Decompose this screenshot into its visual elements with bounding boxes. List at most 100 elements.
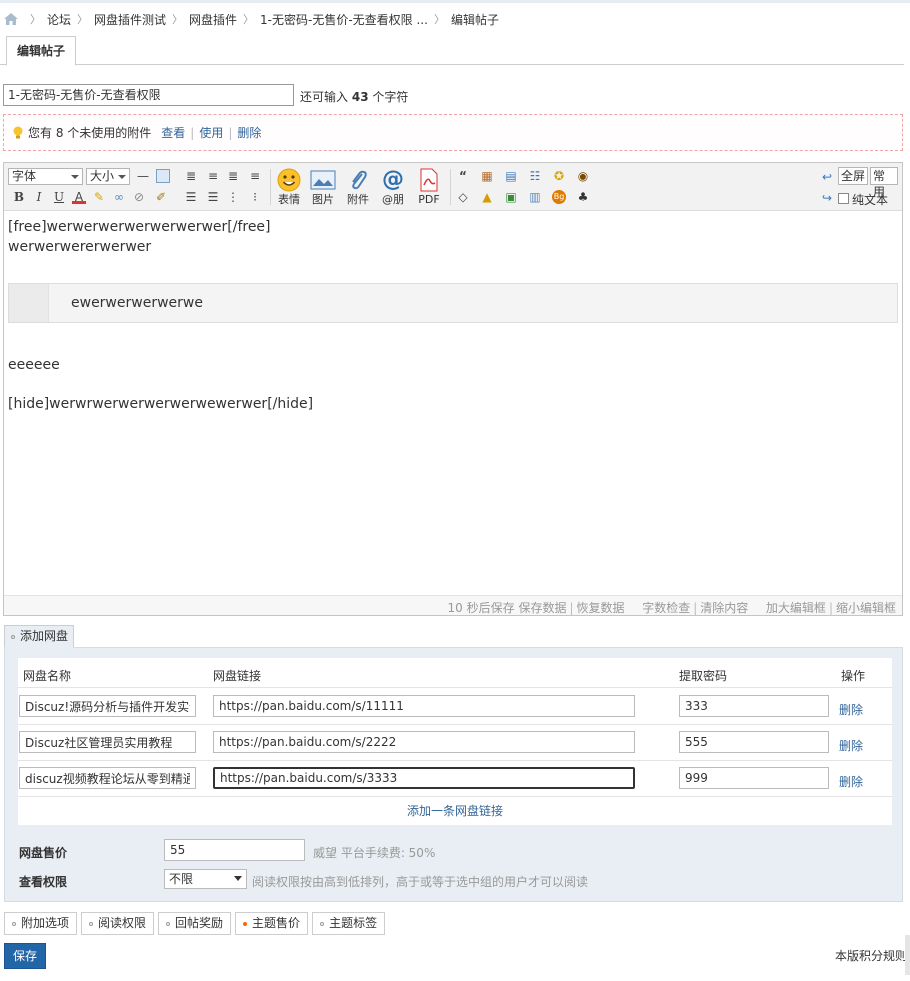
redo-icon[interactable]: ↪ [820,191,834,205]
price-note: 威望 平台手续费: 50% [313,846,436,860]
indent-icon[interactable]: ☰ [184,190,198,204]
link-icon[interactable]: ∞ [112,190,126,204]
highlight-icon[interactable]: ✎ [92,190,106,204]
attachment-notice: 您有 8 个未使用的附件 查看 | 使用 | 删除 [3,114,903,151]
align-justify-icon[interactable]: ≡ [248,169,262,183]
delete-row-link[interactable]: 删除 [839,773,863,790]
netdisk-code-input[interactable] [679,731,829,753]
pdf-button[interactable]: PDF [412,167,446,209]
notice-delete-link[interactable]: 删除 [237,124,261,141]
hide-icon[interactable]: ▲ [480,190,494,204]
netdisk-name-input[interactable] [19,695,196,717]
breadcrumb-group[interactable]: 网盘插件测试 [94,11,166,28]
netdisk-link-input[interactable] [213,767,635,789]
plaintext-label: 纯文本 [852,193,889,207]
image-button[interactable]: 图片 [306,167,340,209]
bold-icon[interactable]: B [12,190,26,204]
notice-use-link[interactable]: 使用 [199,124,223,141]
netdisk-code-input[interactable] [679,767,829,789]
unlink-icon[interactable]: ⊘ [132,190,146,204]
font-select[interactable]: 字体 [8,168,83,185]
netdisk-link-input[interactable] [213,731,635,753]
netdisk-code-input[interactable] [679,695,829,717]
netdisk-table: 网盘名称 网盘链接 提取密码 操作 删除 删除 删除 添加一条网盘链接 [18,658,892,825]
page-icon[interactable]: ▤ [504,169,518,183]
fullscreen-button[interactable]: 全屏 [838,167,869,185]
reward-icon[interactable]: ✪ [552,169,566,183]
clear-content-link[interactable]: 清除内容 [700,601,748,615]
bullet-icon [243,921,248,926]
common-button[interactable]: 常用 [870,167,898,199]
divider: | [693,601,698,615]
undo-icon[interactable]: ↩ [820,170,834,184]
unordered-list-icon[interactable]: ⁝ [248,190,262,204]
free-icon[interactable]: ▣ [504,190,518,204]
editor-content[interactable]: [free]werwerwerwerwerwerwer[/free] werwe… [4,212,902,595]
quote-icon[interactable]: “ [456,169,470,183]
emoji-button[interactable]: 表情 [272,167,306,209]
word-check-link[interactable]: 字数检查 [642,601,690,615]
tab-thread-tags[interactable]: 主题标签 [312,912,386,935]
tab-edit-post[interactable]: 编辑帖子 [6,36,76,66]
bullet-icon [166,921,171,926]
sell-icon[interactable]: ▦ [480,169,494,183]
underline-icon[interactable]: U [52,190,66,204]
table-icon[interactable] [156,169,170,183]
size-select[interactable]: 大小 [86,168,130,185]
enlarge-editor-link[interactable]: 加大编辑框 [766,601,826,615]
netdisk-name-input[interactable] [19,731,196,753]
qq-icon[interactable]: ♣ [576,190,590,204]
font-color-icon[interactable]: A [72,190,86,204]
index-icon[interactable]: ☷ [528,169,542,183]
breadcrumb-current: 编辑帖子 [450,12,499,27]
mention-button[interactable]: @ @朋 [376,167,410,209]
save-button[interactable]: 保存 [4,943,46,969]
permission-select[interactable]: 不限 [164,869,247,889]
attachment-button[interactable]: 附件 [341,167,375,209]
paperclip-icon [341,167,375,193]
align-center-icon[interactable]: ≡ [206,169,220,183]
quote-block: ewerwerwerwerwe [8,283,898,323]
breadcrumb-thread[interactable]: 1-无密码-无售价-无查看权限 ... [260,11,428,28]
tab-extra-options[interactable]: 附加选项 [4,912,78,935]
outdent-icon[interactable]: ☰ [206,190,220,204]
netdisk-name-input[interactable] [19,767,196,789]
breadcrumb-board[interactable]: 网盘插件 [189,11,237,28]
netdisk-panel: 网盘名称 网盘链接 提取密码 操作 删除 删除 删除 添加一条网盘链接 网盘售价… [4,647,903,902]
align-left-icon[interactable]: ≣ [184,169,198,183]
subject-input[interactable]: 1-无密码-无售价-无查看权限 [3,84,294,106]
delete-row-link[interactable]: 删除 [839,701,863,718]
save-data-link[interactable]: 保存数据 [518,601,566,615]
table-row: 删除 [18,725,892,761]
home-icon[interactable] [4,13,18,25]
bullet-icon [89,921,94,926]
table-row: 删除 [18,689,892,725]
shrink-editor-link[interactable]: 缩小编辑框 [836,601,896,615]
scrollbar[interactable] [905,935,910,975]
add-netdisk-link[interactable]: 添加一条网盘链接 [407,804,503,818]
italic-icon[interactable]: I [32,190,46,204]
align-right-icon[interactable]: ≣ [226,169,240,183]
delete-row-link[interactable]: 删除 [839,737,863,754]
hr-icon[interactable]: — [136,169,150,183]
remain-count: 43 [351,90,369,104]
audio-icon[interactable]: ◉ [576,169,590,183]
breadcrumb-forum[interactable]: 论坛 [47,11,71,28]
restore-data-link[interactable]: 恢复数据 [577,601,625,615]
code-icon[interactable]: ◇ [456,190,470,204]
tab-reply-reward[interactable]: 回帖奖励 [158,912,232,935]
header-ops: 操作 [841,669,866,683]
plaintext-checkbox[interactable] [838,193,849,204]
ordered-list-icon[interactable]: ⋮ [226,190,240,204]
chevron-down-icon [234,876,242,881]
tab-thread-price[interactable]: 主题售价 [235,912,309,935]
tab-add-netdisk[interactable]: 添加网盘 [4,625,74,648]
flash-icon[interactable]: ▥ [528,190,542,204]
notice-view-link[interactable]: 查看 [161,124,185,141]
price-input[interactable]: 55 [164,839,305,861]
tab-read-permission[interactable]: 阅读权限 [81,912,155,935]
credit-rules-link[interactable]: 本版积分规则 [835,947,907,964]
background-icon[interactable]: Bg [552,190,566,204]
netdisk-link-input[interactable] [213,695,635,717]
clear-format-icon[interactable]: ✐ [154,190,168,204]
